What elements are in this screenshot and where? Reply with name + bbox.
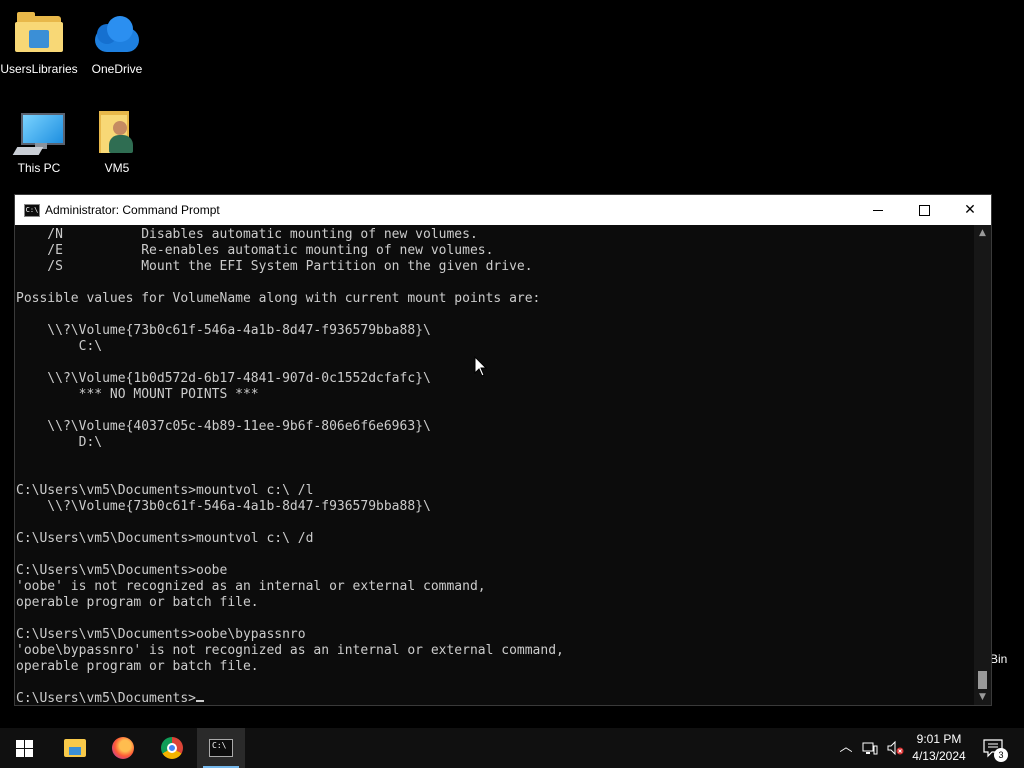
console-line: \\?\Volume{73b0c61f-546a-4a1b-8d47-f9365… (16, 323, 431, 338)
minimize-button[interactable] (855, 195, 901, 225)
taskbar-firefox[interactable] (99, 728, 147, 768)
console-line: C:\Users\vm5\Documents>oobe (16, 563, 228, 578)
show-hidden-icons-chevron-icon[interactable]: ︿ (838, 740, 854, 756)
command-prompt-window[interactable]: C:\ Administrator: Command Prompt ✕ /N D… (14, 194, 992, 706)
user-folder-icon (93, 109, 141, 157)
console-line: /N Disables automatic mounting of new vo… (16, 227, 478, 242)
network-icon[interactable] (862, 740, 878, 756)
desktop-icon-label: OneDrive (91, 62, 143, 76)
clock-time: 9:01 PM (916, 732, 962, 746)
onedrive-cloud-icon (93, 10, 141, 58)
desktop-icon-vm5[interactable]: VM5 (78, 109, 156, 175)
cmd-icon: C:\ (209, 739, 233, 757)
firefox-icon (112, 737, 134, 759)
desktop-icon-this-pc[interactable]: This PC (0, 109, 78, 175)
console-line: C:\Users\vm5\Documents>mountvol c:\ /d (16, 531, 314, 546)
taskbar-file-explorer[interactable] (50, 728, 98, 768)
console-line: *** NO MOUNT POINTS *** (16, 387, 259, 402)
desktop-icon-userslibraries[interactable]: UsersLibraries (0, 10, 78, 76)
console-line: 'oobe\bypassnro' is not recognized as an… (16, 643, 564, 658)
desktop-icon-onedrive[interactable]: OneDrive (78, 10, 156, 76)
console-line: /E Re-enables automatic mounting of new … (16, 243, 494, 258)
notification-count-badge: 3 (994, 748, 1008, 762)
taskbar-clock[interactable]: 9:01 PM 4/13/2024 (906, 731, 972, 765)
volume-muted-icon[interactable] (886, 740, 904, 756)
console-line: C:\ (16, 339, 103, 354)
maximize-icon (919, 205, 930, 216)
this-pc-icon (12, 109, 65, 157)
file-explorer-icon (64, 739, 86, 757)
scroll-down-arrow-icon[interactable]: ▼ (974, 689, 991, 705)
taskbar: C:\ ︿ 9:01 PM 4/13/2024 3 (0, 728, 1024, 768)
taskbar-command-prompt[interactable]: C:\ (197, 728, 245, 768)
console-line: \\?\Volume{1b0d572d-6b17-4841-907d-0c155… (16, 371, 431, 386)
console-line: 'oobe' is not recognized as an internal … (16, 579, 486, 594)
scroll-up-arrow-icon[interactable]: ▲ (974, 225, 991, 241)
console-line: operable program or batch file. (16, 595, 259, 610)
close-button[interactable]: ✕ (947, 195, 993, 225)
console-line: D:\ (16, 435, 103, 450)
chrome-icon (161, 737, 183, 759)
taskbar-chrome[interactable] (148, 728, 196, 768)
windows-logo-icon (16, 740, 33, 757)
console-line: operable program or batch file. (16, 659, 259, 674)
cmd-icon: C:\ (24, 204, 40, 217)
clock-date: 4/13/2024 (912, 749, 966, 763)
console-line: \\?\Volume{4037c05c-4b89-11ee-9b6f-806e6… (16, 419, 431, 434)
console-line: C:\Users\vm5\Documents>oobe\bypassnro (16, 627, 306, 642)
close-icon: ✕ (964, 202, 976, 218)
vertical-scrollbar[interactable]: ▲ ▼ (974, 225, 991, 705)
mouse-pointer-icon (474, 356, 488, 377)
console-line: \\?\Volume{73b0c61f-546a-4a1b-8d47-f9365… (16, 499, 431, 514)
console-line: /S Mount the EFI System Partition on the… (16, 259, 533, 274)
console-output[interactable]: /N Disables automatic mounting of new vo… (15, 225, 975, 705)
desktop-icon-label: VM5 (104, 161, 130, 175)
desktop-icon-label: UsersLibraries (0, 62, 78, 76)
window-title: Administrator: Command Prompt (45, 203, 220, 217)
desktop-icon-label: This PC (17, 161, 61, 175)
console-prompt[interactable]: C:\Users\vm5\Documents> (16, 691, 196, 705)
console-line: Possible values for VolumeName along wit… (16, 291, 541, 306)
recycle-bin-partial-label[interactable]: Bin (990, 652, 1007, 666)
text-cursor (196, 700, 205, 702)
start-button[interactable] (0, 728, 48, 768)
minimize-icon (873, 210, 883, 211)
maximize-button[interactable] (901, 195, 947, 225)
window-titlebar[interactable]: C:\ Administrator: Command Prompt ✕ (15, 195, 991, 225)
console-line: C:\Users\vm5\Documents>mountvol c:\ /l (16, 483, 314, 498)
scrollbar-thumb[interactable] (978, 671, 987, 689)
libraries-folder-icon (15, 10, 63, 58)
console-text: /N Disables automatic mounting of new vo… (15, 225, 975, 705)
